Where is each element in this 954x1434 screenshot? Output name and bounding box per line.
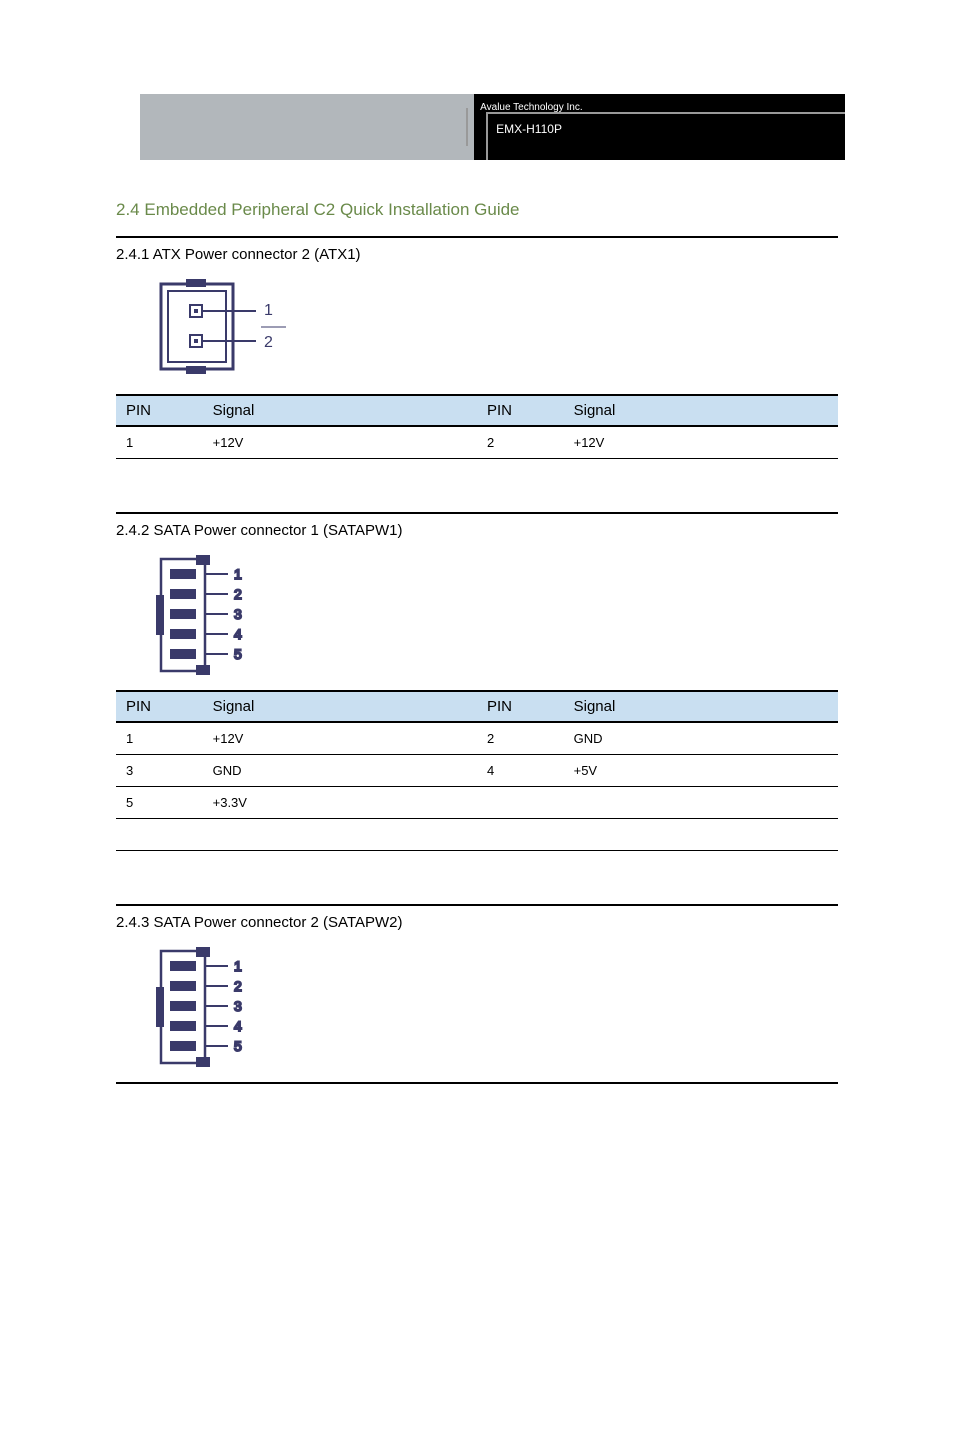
connector-diagram-5pin-2: 1 2 3 4 5 bbox=[116, 935, 838, 1082]
pinout-table-1: PIN Signal PIN Signal 1 +12V 2 +12V bbox=[116, 394, 838, 490]
section-1: 2.4.1 ATX Power connector 2 (ATX1) 1 2 P… bbox=[116, 236, 838, 490]
svg-text:2: 2 bbox=[234, 978, 242, 994]
cell bbox=[203, 459, 477, 491]
cell: 2 bbox=[477, 426, 564, 459]
cell bbox=[564, 851, 838, 883]
cell bbox=[477, 787, 564, 819]
chapter-title: 2.4 Embedded Peripheral C2 Quick Install… bbox=[116, 200, 954, 220]
cell bbox=[116, 851, 203, 883]
cell: GND bbox=[564, 722, 838, 755]
cell: 1 bbox=[116, 426, 203, 459]
page-header: Avalue Technology Inc. EMX-H110P bbox=[140, 94, 845, 160]
section-2: 2.4.2 SATA Power connector 1 (SATAPW1) 1… bbox=[116, 512, 838, 882]
connector-diagram-2pin: 1 2 bbox=[116, 267, 838, 394]
cell: 3 bbox=[116, 755, 203, 787]
table-row bbox=[116, 459, 838, 491]
svg-text:1: 1 bbox=[234, 566, 242, 582]
section-3-title: 2.4.3 SATA Power connector 2 (SATAPW2) bbox=[116, 914, 838, 931]
cell: 4 bbox=[477, 755, 564, 787]
cell: +5V bbox=[564, 755, 838, 787]
svg-text:3: 3 bbox=[234, 998, 242, 1014]
cell: +12V bbox=[203, 426, 477, 459]
cell: +3.3V bbox=[203, 787, 477, 819]
col-signal: Signal bbox=[203, 691, 477, 722]
cell bbox=[564, 787, 838, 819]
connector-5pin-icon: 1 2 3 4 5 bbox=[156, 555, 276, 675]
cell bbox=[564, 459, 838, 491]
svg-text:1: 1 bbox=[264, 302, 273, 319]
cell: 5 bbox=[116, 787, 203, 819]
svg-text:5: 5 bbox=[234, 1038, 242, 1054]
col-pin-b: PIN bbox=[477, 691, 564, 722]
svg-text:3: 3 bbox=[234, 606, 242, 622]
table-row bbox=[116, 851, 838, 883]
col-signal: Signal bbox=[203, 395, 477, 426]
cell: GND bbox=[203, 755, 477, 787]
cell: +12V bbox=[203, 722, 477, 755]
connector-2pin-icon: 1 2 bbox=[156, 279, 306, 379]
svg-text:4: 4 bbox=[234, 626, 242, 642]
col-pin: PIN bbox=[116, 395, 203, 426]
section-3: 2.4.3 SATA Power connector 2 (SATAPW2) 1… bbox=[116, 904, 838, 1084]
table-row bbox=[116, 819, 838, 851]
cell: 2 bbox=[477, 722, 564, 755]
col-signal-b: Signal bbox=[564, 691, 838, 722]
cell bbox=[477, 851, 564, 883]
header-model: EMX-H110P bbox=[496, 122, 562, 136]
cell bbox=[564, 819, 838, 851]
cell bbox=[116, 459, 203, 491]
cell bbox=[477, 819, 564, 851]
header-right-panel: Avalue Technology Inc. EMX-H110P bbox=[474, 94, 845, 160]
header-left-panel bbox=[140, 94, 474, 160]
table-row: 5 +3.3V bbox=[116, 787, 838, 819]
svg-text:1: 1 bbox=[234, 958, 242, 974]
connector-diagram-5pin-1: 1 2 3 4 5 bbox=[116, 543, 838, 690]
header-inner-border bbox=[486, 112, 845, 160]
table-row: 3 GND 4 +5V bbox=[116, 755, 838, 787]
table-row: 1 +12V 2 +12V bbox=[116, 426, 838, 459]
cell bbox=[203, 851, 477, 883]
pinout-table-2: PIN Signal PIN Signal 1 +12V 2 GND 3 GND… bbox=[116, 690, 838, 882]
svg-text:5: 5 bbox=[234, 646, 242, 662]
table-row: 1 +12V 2 GND bbox=[116, 722, 838, 755]
col-pin: PIN bbox=[116, 691, 203, 722]
section-2-title: 2.4.2 SATA Power connector 1 (SATAPW1) bbox=[116, 522, 838, 539]
cell bbox=[477, 459, 564, 491]
col-signal-b: Signal bbox=[564, 395, 838, 426]
cell: +12V bbox=[564, 426, 838, 459]
connector-5pin-icon: 1 2 3 4 5 bbox=[156, 947, 276, 1067]
svg-text:4: 4 bbox=[234, 1018, 242, 1034]
svg-text:2: 2 bbox=[234, 586, 242, 602]
section-1-title: 2.4.1 ATX Power connector 2 (ATX1) bbox=[116, 246, 838, 263]
svg-text:2: 2 bbox=[264, 334, 273, 351]
cell bbox=[116, 819, 203, 851]
col-pin-b: PIN bbox=[477, 395, 564, 426]
header-divider bbox=[466, 108, 468, 146]
page-root: Avalue Technology Inc. EMX-H110P 2.4 Emb… bbox=[0, 94, 954, 1084]
cell: 1 bbox=[116, 722, 203, 755]
cell bbox=[203, 819, 477, 851]
